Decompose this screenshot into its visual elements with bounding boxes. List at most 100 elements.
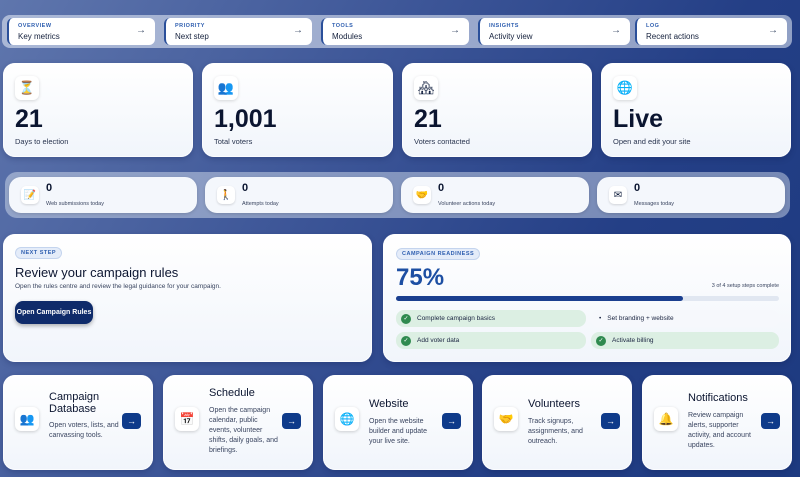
- module-website[interactable]: 🌐 Website Open the website builder and u…: [323, 375, 473, 470]
- handshake-icon: 🤝: [494, 407, 518, 431]
- next-step-tag: NEXT STEP: [15, 247, 63, 259]
- nav-label: Next step: [175, 32, 209, 41]
- globe-icon: 🌐: [613, 76, 637, 100]
- handshake-icon: 🤝: [413, 186, 431, 204]
- nav-category: OVERVIEW: [18, 23, 52, 29]
- nav-next-step[interactable]: PRIORITY Next step →: [164, 18, 312, 45]
- campaign-readiness-card: CAMPAIGN READINESS 75% 3 of 4 setup step…: [383, 234, 791, 362]
- stat-website-live[interactable]: 🌐 Live Open and edit your site: [601, 63, 791, 157]
- module-open-button[interactable]: →: [601, 413, 620, 429]
- nav-category: PRIORITY: [175, 23, 205, 29]
- readiness-item-campaign-basics: ✓ Complete campaign basics: [396, 310, 586, 327]
- nav-label: Key metrics: [18, 32, 60, 41]
- module-description: Review campaign alerts, supporter activi…: [688, 412, 751, 449]
- stat-value: 1,001: [214, 105, 277, 133]
- module-title: Notifications: [688, 392, 748, 404]
- arrow-right-icon: →: [768, 25, 778, 36]
- readiness-steps: 3 of 4 setup steps complete: [711, 283, 779, 289]
- activity-value: 0: [634, 182, 641, 194]
- nav-category: INSIGHTS: [489, 23, 519, 29]
- readiness-item-branding: • Set branding + website: [591, 310, 779, 327]
- stat-label: Voters contacted: [414, 137, 470, 146]
- bell-icon: 🔔: [654, 407, 678, 431]
- next-step-card: NEXT STEP Review your campaign rules Ope…: [3, 234, 372, 362]
- module-campaign-database[interactable]: 👥 Campaign Database Open voters, lists, …: [3, 375, 153, 470]
- module-description: Open the campaign calendar, public event…: [209, 407, 278, 454]
- readiness-tag: CAMPAIGN READINESS: [396, 248, 481, 260]
- activity-attempts: 🚶 0 Attempts today: [205, 177, 393, 213]
- nav-recent-actions[interactable]: LOG Recent actions →: [635, 18, 787, 45]
- nav-activity-view[interactable]: INSIGHTS Activity view →: [478, 18, 630, 45]
- module-title: Schedule: [209, 387, 255, 399]
- nav-key-metrics[interactable]: OVERVIEW Key metrics →: [7, 18, 155, 45]
- check-icon: ✓: [401, 313, 411, 324]
- module-open-button[interactable]: →: [761, 413, 780, 429]
- module-description: Track signups, assignments, and outreach…: [528, 418, 583, 445]
- readiness-item-label: Activate billing: [612, 337, 654, 344]
- calendar-icon: 📅: [175, 407, 199, 431]
- section-nav: OVERVIEW Key metrics → PRIORITY Next ste…: [2, 15, 792, 48]
- module-title: Campaign: [49, 391, 100, 403]
- activity-value: 0: [46, 182, 53, 194]
- activity-messages: ✉ 0 Messages today: [597, 177, 785, 213]
- activity-label: Web submissions today: [46, 201, 104, 207]
- stat-value: 21: [414, 105, 442, 133]
- check-icon: ✓: [596, 335, 606, 346]
- activity-web-submissions: 📝 0 Web submissions today: [9, 177, 197, 213]
- house-icon: 🏘: [414, 76, 438, 100]
- next-step-title: Review your campaign rules: [15, 265, 179, 280]
- stat-label: Total voters: [214, 137, 253, 146]
- arrow-right-icon: →: [611, 25, 621, 36]
- arrow-right-icon: →: [450, 25, 460, 36]
- stat-days-to-election: ⏳ 21 Days to election: [3, 63, 193, 157]
- activity-label: Attempts today: [242, 201, 279, 207]
- module-schedule[interactable]: 📅 Schedule Open the campaign calendar, p…: [163, 375, 313, 470]
- stat-label: Days to election: [15, 137, 69, 146]
- readiness-item-label: Set branding + website: [607, 315, 674, 322]
- module-title: Volunteers: [528, 398, 580, 410]
- globe-icon: 🌐: [335, 407, 359, 431]
- open-campaign-rules-button[interactable]: Open Campaign Rules: [15, 301, 93, 324]
- bullet-icon: •: [599, 315, 602, 322]
- readiness-item-label: Add voter data: [417, 337, 460, 344]
- nav-category: TOOLS: [332, 23, 354, 29]
- stat-label: Open and edit your site: [613, 137, 691, 146]
- activity-value: 0: [242, 182, 249, 194]
- envelope-icon: ✉: [609, 186, 627, 204]
- module-notifications[interactable]: 🔔 Notifications Review campaign alerts, …: [642, 375, 792, 470]
- readiness-item-label: Complete campaign basics: [417, 315, 496, 322]
- nav-category: LOG: [646, 23, 660, 29]
- stat-voters-contacted: 🏘 21 Voters contacted: [402, 63, 592, 157]
- nav-label: Recent actions: [646, 32, 699, 41]
- readiness-percent: 75%: [396, 264, 445, 291]
- module-description: Open voters, lists, and canvassing tools…: [49, 422, 119, 439]
- activity-label: Volunteer actions today: [438, 201, 496, 207]
- check-icon: ✓: [401, 335, 411, 346]
- module-open-button[interactable]: →: [442, 413, 461, 429]
- people-icon: 👥: [214, 76, 238, 100]
- hourglass-icon: ⏳: [15, 76, 39, 100]
- activity-volunteer-actions: 🤝 0 Volunteer actions today: [401, 177, 589, 213]
- module-open-button[interactable]: →: [122, 413, 141, 429]
- stat-value: Live: [613, 105, 664, 133]
- next-step-description: Open the rules centre and review the leg…: [15, 283, 221, 290]
- people-icon: 👥: [15, 407, 39, 431]
- nav-modules[interactable]: TOOLS Modules →: [321, 18, 469, 45]
- readiness-item-voter-data: ✓ Add voter data: [396, 332, 586, 349]
- readiness-progress-track: [396, 296, 779, 301]
- arrow-right-icon: →: [136, 25, 146, 36]
- nav-label: Modules: [332, 32, 363, 41]
- arrow-right-icon: →: [293, 25, 303, 36]
- activity-row: 📝 0 Web submissions today 🚶 0 Attempts t…: [5, 172, 790, 218]
- nav-label: Activity view: [489, 32, 533, 41]
- module-title: Website: [369, 398, 409, 410]
- module-open-button[interactable]: →: [282, 413, 301, 429]
- readiness-item-billing: ✓ Activate billing: [591, 332, 779, 349]
- module-title-line2: Database: [49, 403, 97, 415]
- stat-value: 21: [15, 105, 43, 133]
- activity-label: Messages today: [634, 201, 675, 207]
- walker-icon: 🚶: [217, 186, 235, 204]
- readiness-progress-fill: [396, 296, 684, 301]
- module-volunteers[interactable]: 🤝 Volunteers Track signups, assignments,…: [482, 375, 632, 470]
- activity-value: 0: [438, 182, 445, 194]
